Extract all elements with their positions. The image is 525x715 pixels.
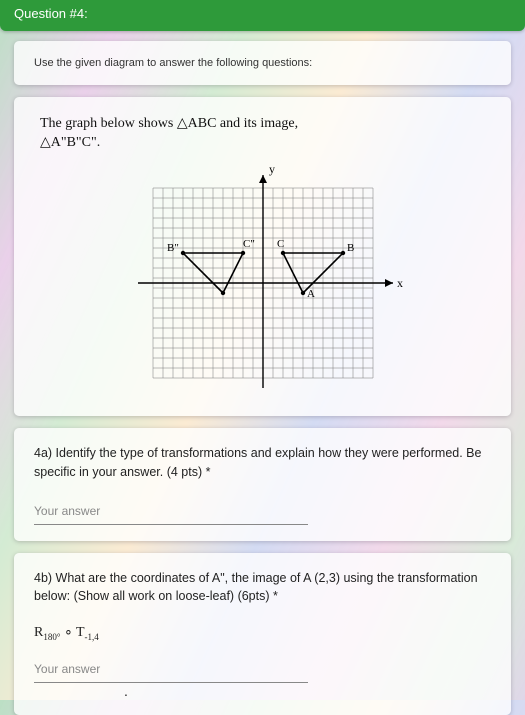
- instruction-text: Use the given diagram to answer the foll…: [34, 57, 491, 69]
- diagram-title-line2: △A"B"C".: [40, 134, 485, 151]
- pt-C: C: [277, 238, 284, 250]
- diagram-card: The graph below shows △ABC and its image…: [14, 97, 511, 416]
- pt-B: B: [347, 242, 354, 254]
- q4a-answer-input[interactable]: [34, 500, 308, 525]
- axis-y-label: y: [269, 162, 275, 176]
- pt-A: A: [307, 288, 315, 300]
- stray-dot: .: [124, 683, 491, 699]
- q4b-formula: R180° ∘ T-1,4: [34, 624, 491, 642]
- axis-x-label: x: [397, 276, 403, 290]
- coordinate-graph: y x A B C B" C": [113, 161, 413, 406]
- formula-T-sub: -1,4: [85, 632, 99, 642]
- q4a-prompt: 4a) Identify the type of transformations…: [34, 444, 491, 482]
- formula-T: T: [76, 625, 85, 640]
- formula-R-sub: 180°: [43, 632, 60, 642]
- question-header: Question #4:: [0, 0, 525, 31]
- question-4a-card: 4a) Identify the type of transformations…: [14, 428, 511, 541]
- graph-container: y x A B C B" C": [40, 161, 485, 406]
- formula-R: R: [34, 625, 43, 640]
- diagram-title-line1: The graph below shows △ABC and its image…: [40, 115, 485, 132]
- header-title: Question #4:: [14, 6, 88, 21]
- instruction-card: Use the given diagram to answer the foll…: [14, 41, 511, 85]
- q4b-answer-input[interactable]: [34, 658, 308, 683]
- pt-Bimg: B": [167, 242, 179, 254]
- formula-compose: ∘: [64, 625, 76, 640]
- pt-Cimg: C": [243, 238, 255, 250]
- question-4b-card: 4b) What are the coordinates of A", the …: [14, 553, 511, 715]
- q4b-prompt: 4b) What are the coordinates of A", the …: [34, 569, 491, 607]
